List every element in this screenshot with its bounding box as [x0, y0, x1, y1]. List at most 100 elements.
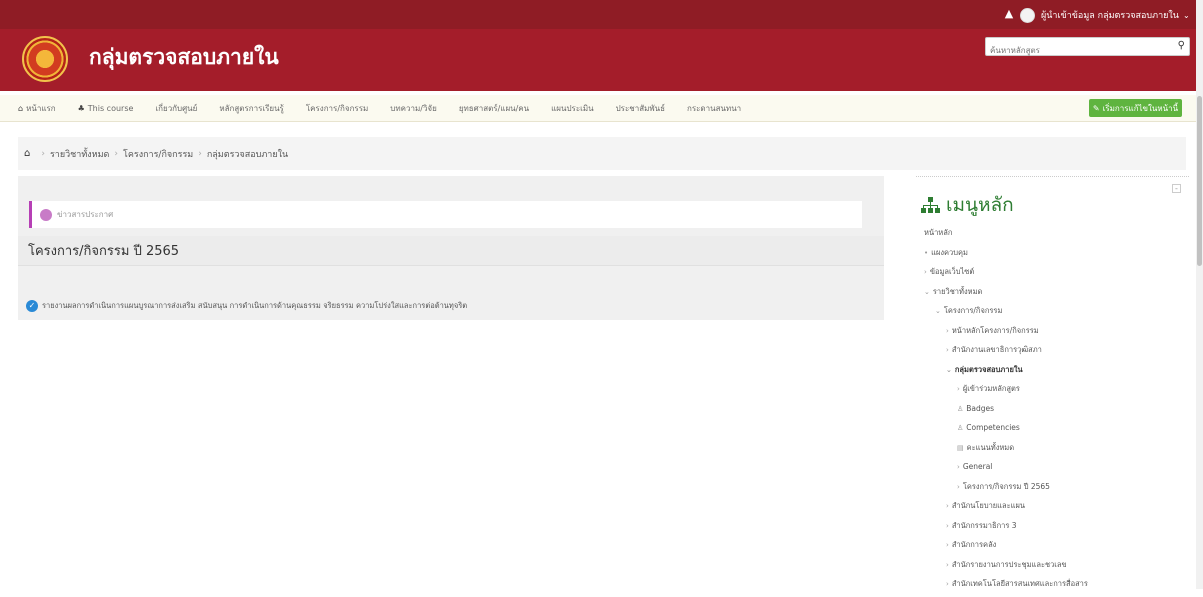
nav-item[interactable]: หลักสูตรการเรียนรู้ [219, 102, 284, 115]
menu-tree-item[interactable]: ⌄ รายวิชาทั้งหมด [924, 285, 1184, 305]
search-input[interactable] [986, 42, 1166, 59]
menu-tree-item-label: หน้าหลัก [924, 228, 953, 237]
menu-tree-item[interactable]: › หน้าหลักโครงการ/กิจกรรม [924, 324, 1184, 344]
menu-tree-item-label: สำนักนโยบายและแผน [951, 501, 1025, 510]
nav-item[interactable]: แผนประเมิน [551, 102, 593, 115]
menu-tree-item[interactable]: › สำนักกรรมาธิการ 3 [924, 519, 1184, 539]
menu-tree-item[interactable]: › สำนักงานเลขาธิการวุฒิสภา [924, 343, 1184, 363]
menu-tree-item-label: รายวิชาทั้งหมด [932, 286, 983, 296]
scrollbar-thumb[interactable] [1197, 96, 1202, 266]
menu-tree-item-label: ข้อมูลเว็บไซต์ [929, 267, 975, 276]
tree-node-icon: › [946, 346, 949, 354]
news-forum-label[interactable]: ข่าวสารประกาศ [57, 208, 113, 221]
menu-tree-item-label: สำนักกรรมาธิการ 3 [951, 520, 1017, 530]
menu-tree-item[interactable]: • แผงควบคุม [924, 246, 1184, 266]
menu-tree-item-label: สำนักรายงานการประชุมและชวเลข [951, 559, 1067, 569]
menu-tree-item[interactable]: › สำนักการคลัง [924, 538, 1184, 558]
scrollbar[interactable] [1196, 0, 1203, 589]
bell-icon[interactable]: ▲ [1003, 8, 1015, 20]
tree-node-icon: › [924, 268, 927, 276]
menu-tree-item-label: General [962, 462, 993, 471]
search-icon[interactable]: ⚲ [1178, 40, 1185, 51]
chevron-down-icon[interactable]: ⌄ [1183, 11, 1190, 20]
breadcrumb-item[interactable]: รายวิชาทั้งหมด [50, 147, 109, 161]
main-menu-tree: หน้าหลัก • แผงควบคุม › ข้อมูลเว็บไซต์ ⌄ รายวิช… [924, 226, 1184, 597]
breadcrumb-item[interactable]: โครงการ/กิจกรรม [123, 147, 193, 161]
menu-tree-item-label: โครงการ/กิจกรรม ปี 2565 [962, 481, 1050, 491]
breadcrumb-item-current: กลุ่มตรวจสอบภายใน [206, 149, 289, 160]
menu-tree-item-label: Badges [966, 403, 995, 413]
menu-tree-item-label: Competencies [966, 423, 1020, 432]
menu-tree-item[interactable]: หน้าหลัก [924, 226, 1184, 246]
nav-item-label: หน้าแรก [26, 104, 56, 113]
tree-node-icon: › [946, 580, 949, 588]
menu-tree-item[interactable]: ▤ คะแนนทั้งหมด [924, 441, 1184, 461]
nav-item[interactable]: ♣ This course [78, 104, 134, 113]
tree-node-icon: › [946, 326, 949, 335]
nav-item-label: This course [87, 104, 134, 113]
nav-item[interactable]: เกี่ยวกับศูนย์ [155, 102, 197, 115]
avatar[interactable] [1020, 7, 1035, 23]
nav-item-label: บทความ/วิจัย [390, 104, 437, 113]
news-forum-link[interactable]: ข่าวสารประกาศ [29, 201, 862, 228]
user-menu[interactable]: ผู้นำเข้าข้อมูล กลุ่มตรวจสอบภายใน ⌄ [1020, 6, 1190, 24]
menu-tree-item-label: สำนักเทคโนโลยีสารสนเทศและการสื่อสาร [951, 579, 1088, 588]
menu-tree-item[interactable]: › General [924, 460, 1184, 480]
nav-item[interactable]: กระดานสนทนา [687, 102, 741, 115]
nav-item[interactable]: ประชาสัมพันธ์ [616, 102, 665, 115]
menu-tree-item[interactable]: › สำนักเทคโนโลยีสารสนเทศและการสื่อสาร [924, 577, 1184, 597]
site-name[interactable]: กลุ่มตรวจสอบภายใน [89, 41, 279, 74]
menu-tree-item[interactable]: ♙ Competencies [924, 421, 1184, 441]
menu-tree-item-label: สำนักการคลัง [951, 540, 997, 549]
menu-tree-item[interactable]: › สำนักรายงานการประชุมและชวเลข [924, 558, 1184, 578]
tree-node-icon: ⌄ [946, 365, 952, 374]
tree-node-icon: • [924, 248, 929, 257]
main-menu-title-label: เมนูหลัก [946, 194, 1014, 216]
nav-item[interactable]: ⌂ หน้าแรก [18, 102, 56, 115]
tree-node-icon: › [946, 521, 949, 530]
tree-node-icon: ⌄ [924, 287, 930, 296]
menu-tree-item[interactable]: › ข้อมูลเว็บไซต์ [924, 265, 1184, 285]
activity-item[interactable]: ✓ รายงานผลการดำเนินการแผนบูรณาการส่งเสริ… [26, 300, 467, 312]
sitemap-icon: ♣ [77, 104, 85, 113]
menu-tree-item-label: คะแนนทั้งหมด [966, 442, 1015, 452]
nav-item[interactable]: บทความ/วิจัย [390, 102, 437, 115]
edit-icon: ✎ [1092, 103, 1100, 113]
nav-item-label: แผนประเมิน [551, 104, 594, 113]
menu-tree-item[interactable]: ⌄ โครงการ/กิจกรรม [924, 304, 1184, 324]
menu-tree-item-label: แผงควบคุม [931, 247, 968, 257]
nav-item[interactable]: โครงการ/กิจกรรม [306, 102, 368, 115]
menu-tree-item-label: โครงการ/กิจกรรม [943, 306, 1003, 315]
nav-item[interactable]: ยุทธศาสตร์/แผน/คน [459, 102, 529, 115]
menu-tree-item[interactable]: ♙ Badges [924, 402, 1184, 422]
tree-node-icon: › [957, 482, 960, 491]
menu-tree-item[interactable]: ⌄ กลุ่มตรวจสอบภายใน [924, 363, 1184, 383]
menu-tree-item[interactable]: › ผู้เข้าร่วมหลักสูตร [924, 382, 1184, 402]
activity-link[interactable]: รายงานผลการดำเนินการแผนบูรณาการส่งเสริม … [42, 300, 467, 312]
nav-item-label: โครงการ/กิจกรรม [305, 104, 369, 113]
start-editing-label: เริ่มการแก้ไขในหน้านี้ [1102, 103, 1179, 113]
assignment-icon: ✓ [26, 300, 38, 312]
course-search[interactable]: ⚲ [985, 37, 1190, 59]
user-name[interactable]: ผู้นำเข้าข้อมูล กลุ่มตรวจสอบภายใน [1041, 8, 1179, 22]
menu-tree-item[interactable]: › โครงการ/กิจกรรม ปี 2565 [924, 480, 1184, 500]
breadcrumb-separator: › [41, 148, 45, 159]
tree-node-icon: › [957, 385, 960, 393]
section-title: โครงการ/กิจกรรม ปี 2565 [18, 236, 884, 266]
tree-node-icon: ▤ [957, 443, 964, 452]
tree-node-icon: › [946, 502, 949, 510]
collapse-block-icon[interactable]: - [1172, 184, 1181, 193]
breadcrumb-separator: › [198, 148, 202, 159]
menu-tree-item-label: กลุ่มตรวจสอบภายใน [954, 364, 1023, 374]
main-nav: ⌂ หน้าแรก ♣ This course เกี่ยวกับศูนย์ หลักสู… [0, 95, 1203, 122]
start-editing-button[interactable]: ✎ เริ่มการแก้ไขในหน้านี้ [1089, 99, 1182, 117]
tree-node-icon: ♙ [957, 404, 964, 413]
nav-item-label: เกี่ยวกับศูนย์ [155, 104, 198, 113]
nav-item-label: กระดานสนทนา [686, 104, 742, 113]
menu-tree-item-label: สำนักงานเลขาธิการวุฒิสภา [951, 345, 1042, 354]
breadcrumb: ⌂ › รายวิชาทั้งหมด › โครงการ/กิจกรรม › ก… [18, 137, 1186, 170]
menu-tree-item[interactable]: › สำนักนโยบายและแผน [924, 499, 1184, 519]
site-logo[interactable] [22, 36, 68, 82]
forum-icon [40, 208, 52, 221]
home-icon[interactable]: ⌂ [24, 148, 30, 159]
